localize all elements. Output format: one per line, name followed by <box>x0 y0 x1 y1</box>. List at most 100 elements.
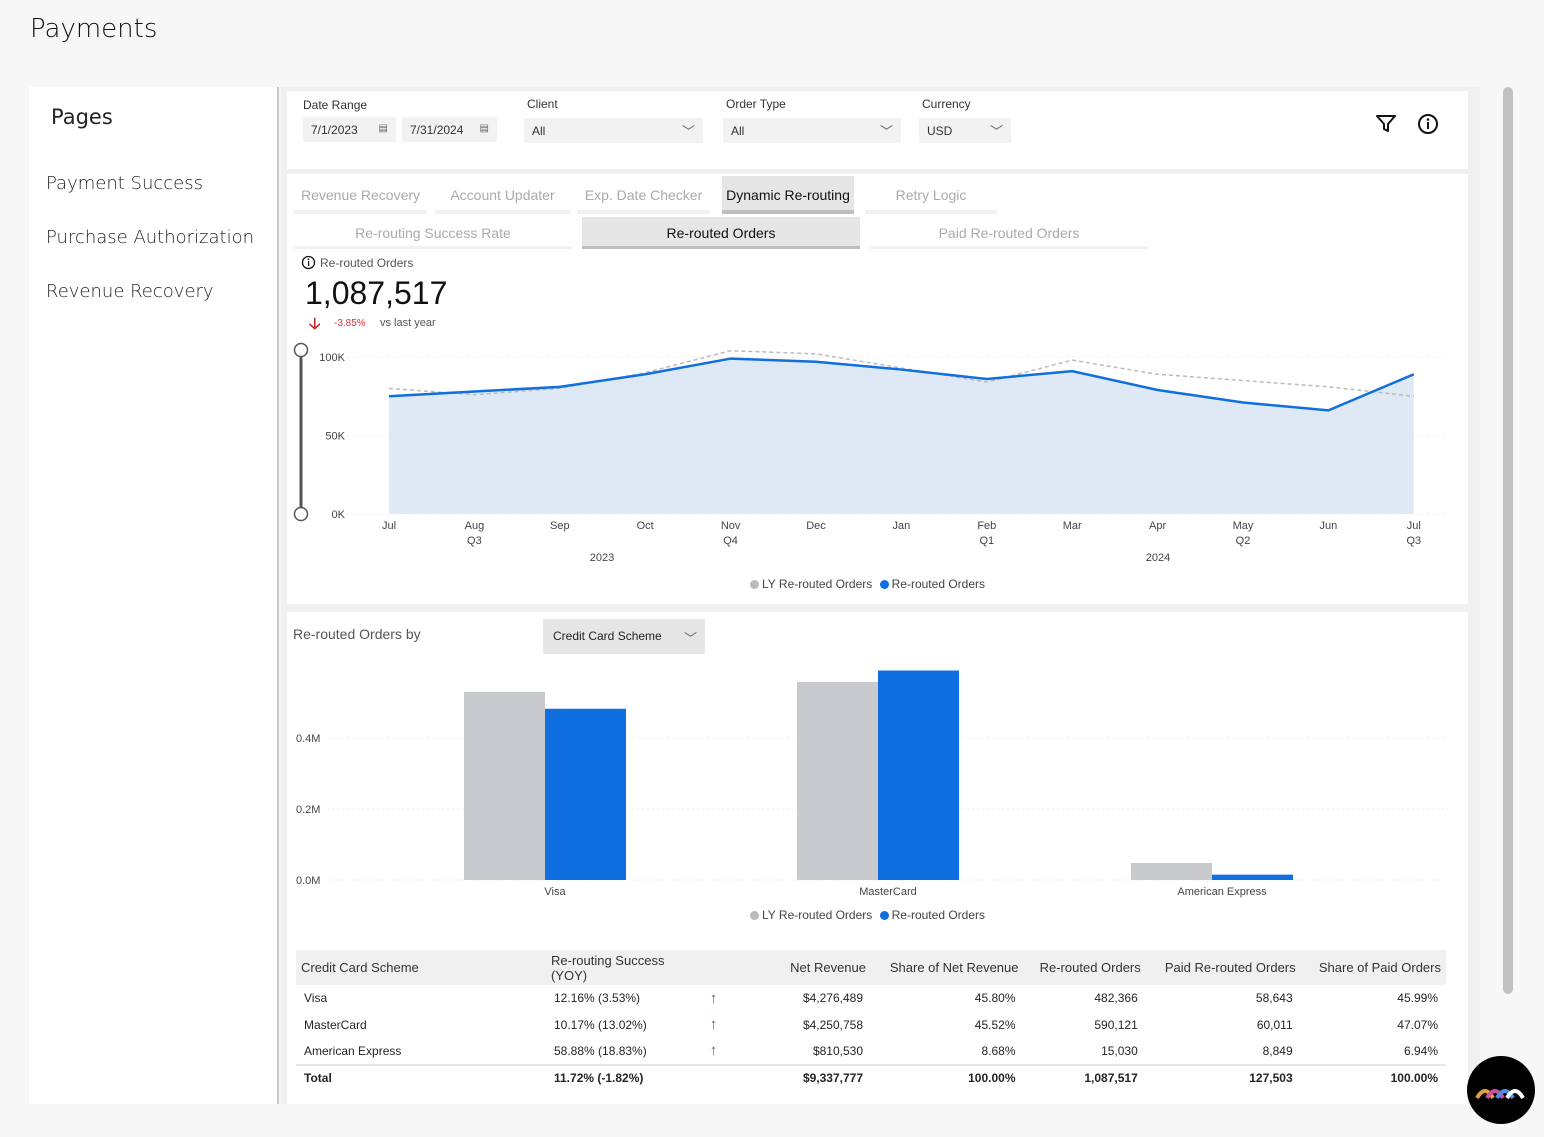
line-legend: LY Re-routed Orders Re-routed Orders <box>750 577 985 591</box>
total-success: 11.72% (-1.82%) <box>546 1063 696 1091</box>
bar-ly-mastercard[interactable] <box>797 681 878 880</box>
cell-success: 12.16% (3.53%) <box>554 991 641 1006</box>
legend-dot <box>879 911 889 920</box>
subtab-rerouting-success-rate[interactable]: Re-routing Success Rate <box>294 217 572 249</box>
table-row[interactable]: MasterCard 10.17% (13.02%) ↑ $4,250,758 45.5… <box>296 1012 1446 1039</box>
cell-share-paid: 6.94% <box>1403 1043 1438 1058</box>
order-type-value: All <box>731 124 745 138</box>
line-chart: 0K 50K 100K Jul Aug Q3 Sep Oct Nov Q4 Dec Jan Feb Q1 M… <box>293 342 1447 564</box>
bar-chart-title: Re-routed Orders by <box>293 626 421 642</box>
kpi-value: 1,087,517 <box>305 275 448 311</box>
table-row[interactable]: Visa 12.16% (3.53%) ↑ $4,276,489 45.80% 482,3… <box>296 985 1446 1012</box>
up-arrow-icon: ↑ <box>709 1042 718 1060</box>
cell-share-paid: 47.07% <box>1397 1017 1438 1032</box>
bar-current-mastercard[interactable] <box>878 670 959 880</box>
client-value: All <box>532 124 546 138</box>
sidebar-item-purchase-authorization[interactable]: Purchase Authorization <box>46 227 254 248</box>
col-trend <box>696 950 731 985</box>
tab-dynamic-rerouting[interactable]: Dynamic Re-routing <box>722 176 854 214</box>
filter-icon[interactable] <box>1375 113 1397 135</box>
x-tick-label: Nov <box>721 520 741 532</box>
col-rerouted[interactable]: Re-routed Orders <box>1023 950 1146 985</box>
subtab-rerouted-orders[interactable]: Re-routed Orders <box>582 217 860 249</box>
scrollbar[interactable] <box>1503 87 1513 994</box>
col-scheme[interactable]: Credit Card Scheme <box>296 950 546 985</box>
year-label: 2023 <box>590 552 614 564</box>
x-tick-label: Apr <box>1149 520 1166 532</box>
order-type-dropdown[interactable]: All ﹀ <box>723 118 901 143</box>
filter-bar: Date Range 7/1/2023 ▤ 7/31/2024 ▤ Client A… <box>287 91 1468 169</box>
total-share-net: 100.00% <box>871 1063 1024 1091</box>
x-tick-label: Dec <box>806 520 826 532</box>
order-type-label: Order Type <box>726 97 786 111</box>
table-row[interactable]: American Express 58.88% (18.83%) ↑ $810,530… <box>296 1038 1446 1065</box>
date-end-input[interactable]: 7/31/2024 ▤ <box>402 117 497 142</box>
bar-legend: LY Re-routed Orders Re-routed Orders <box>750 908 985 922</box>
date-start-input[interactable]: 7/1/2023 ▤ <box>303 117 396 142</box>
cell-paid: 8,849 <box>1262 1043 1293 1058</box>
col-share-paid[interactable]: Share of Paid Orders <box>1300 950 1446 985</box>
total-net-revenue: $9,337,777 <box>731 1063 871 1091</box>
y-tick-label: 0.4M <box>296 733 320 745</box>
x-tick-label: Jan <box>893 520 911 532</box>
x-quarter-label: Q3 <box>467 535 482 547</box>
calendar-icon[interactable]: ▤ <box>379 123 388 134</box>
cell-rerouted: 482,366 <box>1094 991 1138 1006</box>
sidebar-item-payment-success[interactable]: Payment Success <box>46 173 203 194</box>
calendar-icon[interactable]: ▤ <box>480 123 489 134</box>
breakdown-value: Credit Card Scheme <box>553 629 662 643</box>
info-icon[interactable] <box>1417 113 1439 135</box>
bar-ly-visa[interactable] <box>464 691 545 880</box>
range-slider-handle-top[interactable] <box>293 342 309 358</box>
x-quarter-label: Q2 <box>1236 535 1251 547</box>
info-icon[interactable] <box>301 255 316 270</box>
legend-dot <box>879 580 889 589</box>
cell-rerouted: 590,121 <box>1094 1017 1138 1032</box>
bar-current-american-express[interactable] <box>1212 874 1293 880</box>
legend-dot <box>750 911 759 920</box>
cell-net-revenue: $4,250,758 <box>802 1017 863 1032</box>
bar-ly-american-express[interactable] <box>1131 862 1212 880</box>
legend-dot <box>750 580 759 589</box>
col-net-revenue[interactable]: Net Revenue <box>731 950 871 985</box>
y-tick-label: 0.2M <box>296 804 320 816</box>
rainbow-logo-icon <box>1475 1089 1525 1100</box>
cell-paid: 60,011 <box>1256 1017 1293 1032</box>
tab-exp-date-checker[interactable]: Exp. Date Checker <box>577 176 710 214</box>
year-label: 2024 <box>1146 552 1170 564</box>
col-success[interactable]: Re-routing Success (YOY) <box>546 950 696 985</box>
y-tick-label: 0.0M <box>296 875 320 887</box>
client-dropdown[interactable]: All ﹀ <box>524 118 703 143</box>
cell-success: 58.88% (18.83%) <box>554 1043 647 1058</box>
assistant-button[interactable] <box>1467 1056 1535 1124</box>
currency-dropdown[interactable]: USD ﹀ <box>919 118 1011 143</box>
table-header: Credit Card Scheme Re-routing Success (Y… <box>296 950 1446 985</box>
currency-label: Currency <box>922 97 971 111</box>
col-share-net[interactable]: Share of Net Revenue <box>871 950 1024 985</box>
total-rerouted: 1,087,517 <box>1023 1063 1146 1091</box>
date-start-value: 7/1/2023 <box>311 123 358 137</box>
y-tick-label: 100K <box>319 352 345 364</box>
legend-ly: LY Re-routed Orders <box>762 577 873 591</box>
tab-retry-logic[interactable]: Retry Logic <box>865 176 997 214</box>
kpi-label: Re-routed Orders <box>320 256 414 270</box>
cell-net-revenue: $4,276,489 <box>802 991 863 1006</box>
x-tick-label: Mar <box>1063 520 1082 532</box>
tab-revenue-recovery[interactable]: Revenue Recovery <box>294 176 427 214</box>
cell-rerouted: 15,030 <box>1101 1043 1138 1058</box>
col-paid[interactable]: Paid Re-routed Orders <box>1145 950 1301 985</box>
x-tick-label: Jul <box>382 520 396 532</box>
x-tick-label: Aug <box>465 520 485 532</box>
bar-current-visa[interactable] <box>545 708 626 880</box>
tab-account-updater[interactable]: Account Updater <box>435 176 570 214</box>
subtab-paid-rerouted-orders[interactable]: Paid Re-routed Orders <box>870 217 1148 249</box>
breakdown-dropdown[interactable]: Credit Card Scheme ﹀ <box>543 619 705 654</box>
sidebar: Pages Payment Success Purchase Authoriza… <box>29 87 279 1104</box>
table-total-row: Total 11.72% (-1.82%) $9,337,777 100.00% 1,0… <box>296 1063 1446 1091</box>
chevron-down-icon: ﹀ <box>989 124 1003 139</box>
sidebar-item-revenue-recovery[interactable]: Revenue Recovery <box>46 281 214 302</box>
y-tick-label: 50K <box>325 431 345 443</box>
bar-chart: 0.0M 0.2M 0.4M Visa MasterCard American Expre… <box>296 670 1447 898</box>
total-trend <box>696 1063 731 1091</box>
range-slider-handle-bottom[interactable] <box>293 506 309 522</box>
